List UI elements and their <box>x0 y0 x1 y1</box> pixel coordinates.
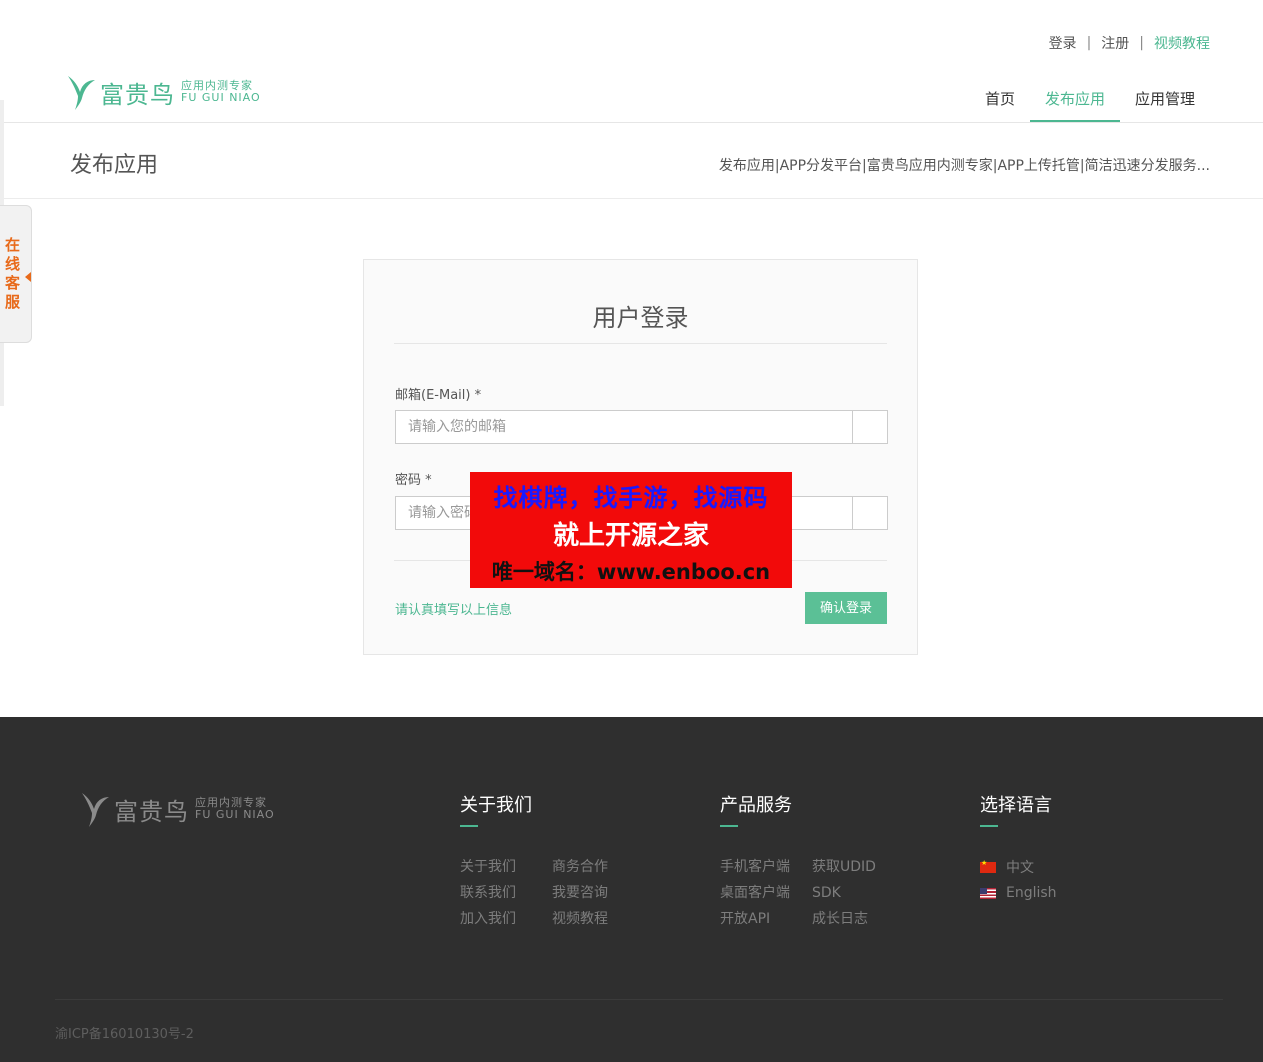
footer-products-heading: 产品服务 <box>720 795 792 816</box>
page-title-bar: 发布应用 发布应用|APP分发平台|富贵鸟应用内测专家|APP上传托管|简洁迅速… <box>0 123 1263 199</box>
logo-name: 富贵鸟 <box>100 80 175 109</box>
online-service-tab[interactable]: 在线客服 <box>0 205 32 343</box>
us-flag-icon <box>980 887 996 899</box>
login-link[interactable]: 登录 <box>1049 33 1077 53</box>
heading-underline <box>720 825 738 827</box>
footer-logo: 富贵鸟 应用内测专家 FU GUI NIAO <box>80 789 275 829</box>
nav-home[interactable]: 首页 <box>970 76 1030 122</box>
footer-about-column: 关于我们 关于我们 商务合作 联系我们 我要咨询 加入我们 视频教程 <box>460 791 608 927</box>
password-label: 密码 * <box>395 473 432 488</box>
footer-link-about-us[interactable]: 关于我们 <box>460 858 552 876</box>
footer-link-changelog[interactable]: 成长日志 <box>812 910 904 928</box>
footer-products-column: 产品服务 手机客户端 获取UDID 桌面客户端 SDK 开放API 成长日志 <box>720 791 876 927</box>
china-flag-icon <box>980 859 996 873</box>
footer-link-desktop-client[interactable]: 桌面客户端 <box>720 884 812 902</box>
watermark-line-1: 找棋牌，找手游，找源码 <box>493 484 769 512</box>
video-tutorial-link[interactable]: 视频教程 <box>1154 33 1210 53</box>
footer-link-mobile-client[interactable]: 手机客户端 <box>720 858 812 876</box>
logo-name-en: FU GUI NIAO <box>181 91 261 104</box>
language-label: 中文 <box>1006 860 1034 876</box>
site-logo[interactable]: 富贵鸟 应用内测专家 FU GUI NIAO <box>66 72 261 112</box>
footer-products-links: 手机客户端 获取UDID 桌面客户端 SDK 开放API 成长日志 <box>720 858 904 928</box>
footer-link-get-udid[interactable]: 获取UDID <box>812 858 904 876</box>
online-service-label: 在线客服 <box>5 236 21 311</box>
icp-license: 渝ICP备16010130号-2 <box>55 1027 194 1042</box>
language-options: 中文 English <box>980 858 1100 910</box>
watermark-line-2: 就上开源之家 <box>552 521 709 551</box>
main-nav: 首页 发布应用 应用管理 <box>970 76 1210 122</box>
login-card: 用户登录 邮箱(E-Mail) * 密码 * 请认真填写以上信息 确认登录 <box>363 259 918 655</box>
footer-link-contact[interactable]: 联系我们 <box>460 884 552 902</box>
separator: | <box>1086 35 1092 51</box>
language-option-zh[interactable]: 中文 <box>980 858 1100 876</box>
site-footer: 富贵鸟 应用内测专家 FU GUI NIAO 关于我们 关于我们 商务合作 联系… <box>0 717 1263 1062</box>
footer-link-business[interactable]: 商务合作 <box>552 858 644 876</box>
heading-underline <box>980 825 998 827</box>
bird-logo-icon <box>68 76 95 110</box>
login-title: 用户登录 <box>592 304 689 332</box>
footer-about-heading: 关于我们 <box>460 795 532 816</box>
page-description: 发布应用|APP分发平台|富贵鸟应用内测专家|APP上传托管|简洁迅速分发服务.… <box>718 158 1210 174</box>
register-link[interactable]: 注册 <box>1101 33 1129 53</box>
footer-link-consult[interactable]: 我要咨询 <box>552 884 644 902</box>
footer-link-video[interactable]: 视频教程 <box>552 910 644 928</box>
footer-language-heading: 选择语言 <box>980 795 1052 816</box>
footer-link-open-api[interactable]: 开放API <box>720 910 812 928</box>
language-label: English <box>1006 885 1057 901</box>
email-label: 邮箱(E-Mail) * <box>395 388 482 403</box>
page-title: 发布应用 <box>70 153 159 178</box>
watermark-banner: 找棋牌，找手游，找源码 就上开源之家 唯一域名：www.enboo.cn <box>470 472 792 588</box>
email-field-wrap <box>395 410 888 444</box>
arrow-left-icon <box>25 272 31 282</box>
confirm-login-button[interactable]: 确认登录 <box>805 592 887 624</box>
footer-logo-name: 富贵鸟 <box>114 797 189 826</box>
top-links: 登录 | 注册 | 视频教程 <box>1049 33 1210 53</box>
nav-publish-app[interactable]: 发布应用 <box>1029 76 1120 122</box>
site-header: 登录 | 注册 | 视频教程 富贵鸟 应用内测专家 FU GUI NIAO 首页… <box>0 0 1263 123</box>
footer-link-sdk[interactable]: SDK <box>812 884 904 902</box>
form-hint: 请认真填写以上信息 <box>395 603 513 618</box>
password-addon <box>852 497 887 529</box>
watermark-line-3: 唯一域名：www.enboo.cn <box>491 560 771 584</box>
language-option-en[interactable]: English <box>980 884 1100 902</box>
footer-divider <box>55 999 1223 1000</box>
footer-about-links: 关于我们 商务合作 联系我们 我要咨询 加入我们 视频教程 <box>460 858 644 928</box>
bird-logo-icon <box>82 793 109 827</box>
heading-underline <box>460 825 478 827</box>
footer-logo-name-en: FU GUI NIAO <box>195 808 275 821</box>
nav-app-management[interactable]: 应用管理 <box>1120 76 1210 122</box>
footer-language-column: 选择语言 中文 English <box>980 791 1057 901</box>
email-addon <box>852 411 887 443</box>
email-input[interactable] <box>396 411 854 443</box>
footer-link-join[interactable]: 加入我们 <box>460 910 552 928</box>
separator: | <box>1139 35 1144 51</box>
divider <box>394 343 887 344</box>
